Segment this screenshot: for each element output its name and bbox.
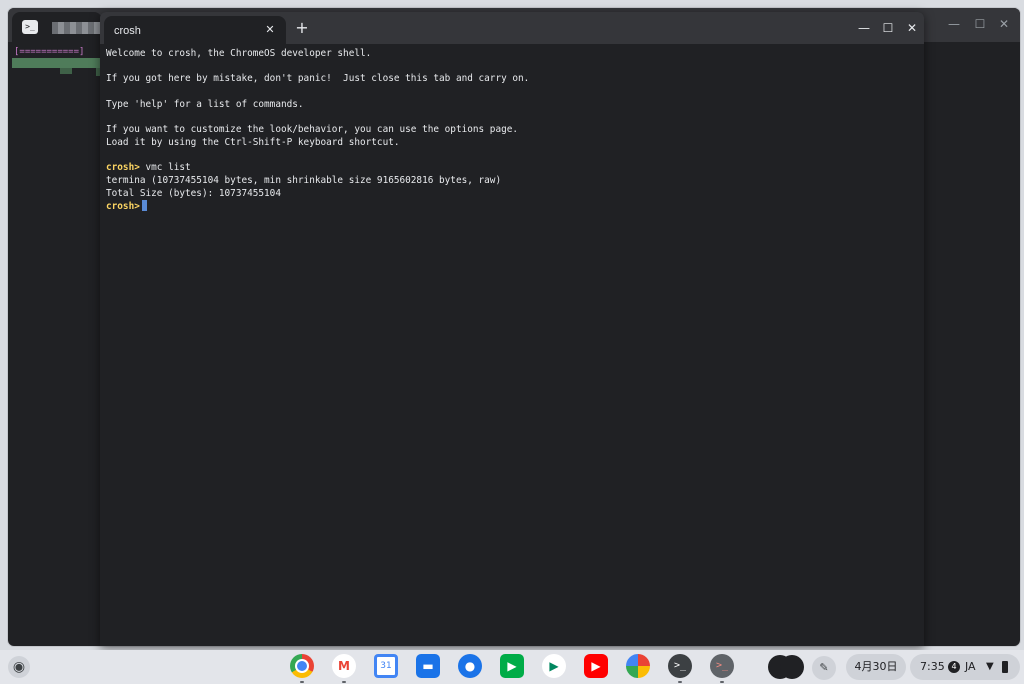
terminal-output[interactable]: Welcome to crosh, the ChromeOS developer…	[106, 48, 918, 640]
background-tab-title-blurred	[52, 22, 100, 34]
shell-prompt: crosh>	[106, 201, 140, 213]
shelf-app-terminal[interactable]: >_	[668, 654, 692, 683]
running-indicator	[678, 681, 682, 683]
notification-count-badge: 4	[948, 661, 960, 673]
gmail-icon: M	[338, 659, 350, 673]
terminal-icon: >_	[673, 660, 687, 671]
shelf: ◉ M 31 ▬ ● ▶ ▶ ▶ >_ >_ ✎ 4月30日 7:35 4 JA…	[0, 650, 1024, 684]
shelf-app-play-store[interactable]: ▶	[542, 654, 566, 678]
shelf-app-chrome[interactable]	[290, 654, 314, 683]
background-highlight-block	[60, 68, 72, 74]
battery-icon	[1002, 661, 1008, 673]
minimize-button[interactable]: —	[856, 20, 872, 36]
holding-space-tray[interactable]	[768, 655, 804, 679]
background-close-button[interactable]: ✕	[996, 16, 1012, 32]
terminal-line: termina (10737455104 bytes, min shrinkab…	[106, 174, 502, 186]
shelf-app-messages[interactable]: ●	[458, 654, 482, 678]
close-button[interactable]: ✕	[904, 20, 920, 36]
tab-title: crosh	[114, 25, 141, 37]
shelf-app-youtube[interactable]: ▶	[584, 654, 608, 678]
crosh-window-titlebar[interactable]: crosh ✕ + — ☐ ✕	[100, 12, 924, 44]
play-store-icon: ▶	[549, 659, 559, 673]
background-window-tab[interactable]: >_	[12, 12, 102, 42]
shelf-app-files[interactable]: ▬	[416, 654, 440, 678]
launcher-button[interactable]: ◉	[8, 656, 30, 678]
background-progress-text: [===========]	[14, 47, 85, 57]
shelf-app-crosh[interactable]: >_	[710, 654, 734, 683]
youtube-icon: ▶	[591, 659, 601, 673]
terminal-input-line[interactable]: crosh>	[106, 200, 918, 213]
text-cursor	[141, 200, 147, 212]
background-minimize-button[interactable]: —	[946, 16, 962, 32]
shelf-app-gmail[interactable]: M	[332, 654, 356, 683]
stylus-tools-button[interactable]: ✎	[812, 656, 836, 680]
terminal-line: Total Size (bytes): 10737455104	[106, 187, 281, 199]
terminal-line: Type 'help' for a list of commands.	[106, 98, 304, 110]
terminal-icon: >_	[22, 20, 38, 34]
terminal-line: Welcome to crosh, the ChromeOS developer…	[106, 48, 372, 59]
running-indicator	[342, 681, 346, 683]
holding-space-icon	[780, 655, 804, 679]
meet-icon: ▶	[507, 659, 517, 673]
date-tray[interactable]: 4月30日	[846, 654, 906, 680]
running-indicator	[720, 681, 724, 683]
background-maximize-button[interactable]: ☐	[972, 16, 988, 32]
background-highlight-block	[12, 58, 102, 68]
terminal-line: If you want to customize the look/behavi…	[106, 124, 519, 136]
shelf-app-photos[interactable]	[626, 654, 650, 678]
shell-prompt: crosh>	[106, 162, 140, 174]
wifi-icon: ▼	[986, 661, 994, 672]
crosh-icon: >_	[715, 660, 729, 671]
messages-icon: ●	[464, 659, 476, 673]
status-tray[interactable]: 7:35 4 JA ▼	[910, 654, 1020, 680]
files-icon: ▬	[422, 659, 434, 673]
running-indicator	[300, 681, 304, 683]
ime-indicator: JA	[965, 660, 976, 673]
terminal-command-line: crosh> vmc list	[106, 162, 918, 175]
clock: 7:35	[920, 660, 945, 673]
shelf-app-calendar[interactable]: 31	[374, 654, 398, 678]
chrome-icon	[297, 661, 307, 671]
crosh-window[interactable]: crosh ✕ + — ☐ ✕ Welcome to crosh, the Ch…	[100, 12, 924, 646]
shelf-app-meet[interactable]: ▶	[500, 654, 524, 678]
terminal-line: Load it by using the Ctrl-Shift-P keyboa…	[106, 136, 400, 148]
typed-command: vmc list	[139, 162, 191, 174]
maximize-button[interactable]: ☐	[880, 20, 896, 36]
tab-crosh[interactable]: crosh ✕	[104, 16, 286, 44]
new-tab-button[interactable]: +	[292, 18, 312, 38]
tab-close-icon[interactable]: ✕	[262, 21, 278, 39]
terminal-line: If you got here by mistake, don't panic!…	[106, 73, 530, 85]
calendar-icon: 31	[380, 661, 392, 671]
